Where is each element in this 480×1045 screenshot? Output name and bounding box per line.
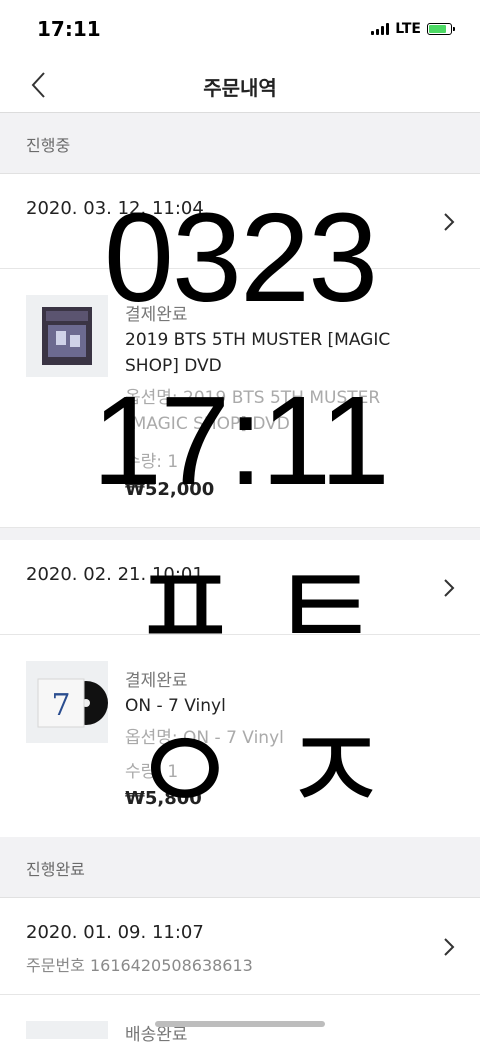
status-indicators: LTE — [371, 21, 455, 37]
overlay-initials-1: ㅍㅌ — [129, 541, 411, 675]
navigation-bar: 주문내역 — [0, 58, 480, 113]
section-title: 진행중 — [26, 136, 71, 155]
page-title: 주문내역 — [203, 76, 277, 100]
section-title: 진행완료 — [26, 860, 85, 879]
network-label: LTE — [395, 21, 421, 37]
section-header-completed: 진행완료 — [0, 837, 480, 898]
battery-charging-icon — [427, 23, 455, 35]
overlay-time: 17:11 — [92, 370, 390, 511]
order-date: 2020. 01. 09. 11:07 — [26, 922, 204, 943]
overlay-date: 0323 — [103, 187, 378, 328]
chevron-right-icon[interactable] — [442, 937, 456, 957]
overlay-initials-2: ㅇㅈ — [129, 705, 431, 839]
divider — [0, 994, 480, 995]
product-thumbnail[interactable] — [26, 1021, 108, 1039]
section-header-in-progress: 진행중 — [0, 113, 480, 174]
order-number: 주문번호 1616420508638613 — [26, 956, 253, 975]
status-time: 17:11 — [37, 17, 101, 41]
home-indicator[interactable] — [155, 1021, 325, 1027]
signal-icon — [371, 23, 390, 35]
card-gap — [0, 528, 480, 540]
status-bar: 17:11 LTE — [0, 0, 480, 58]
